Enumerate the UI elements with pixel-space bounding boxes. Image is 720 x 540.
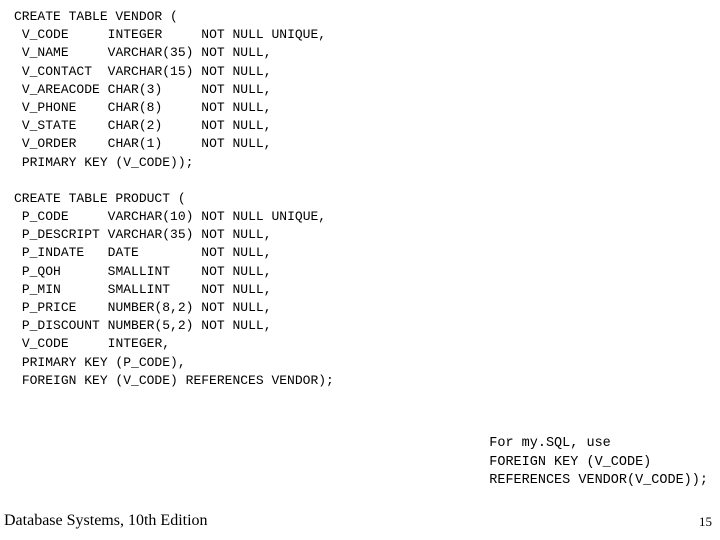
col: P_INDATE <box>22 245 84 260</box>
page-number: 15 <box>699 514 712 530</box>
cons: NOT NULL, <box>201 245 271 260</box>
mysql-annotation: For my.SQL, use FOREIGN KEY (V_CODE) REF… <box>489 435 708 490</box>
type: DATE <box>108 245 139 260</box>
vendor-footer: PRIMARY KEY (V_CODE)); <box>22 155 194 170</box>
cons: NOT NULL, <box>201 264 271 279</box>
type: SMALLINT <box>108 282 170 297</box>
product-header: CREATE TABLE PRODUCT ( <box>14 191 186 206</box>
type: INTEGER, <box>108 336 170 351</box>
type: VARCHAR(35) <box>108 45 194 60</box>
cons: NOT NULL, <box>201 227 271 242</box>
product-fk: FOREIGN KEY (V_CODE) REFERENCES VENDOR); <box>22 373 334 388</box>
cons: NOT NULL, <box>201 64 271 79</box>
col: P_PRICE <box>22 300 77 315</box>
col: V_ORDER <box>22 136 77 151</box>
col: V_STATE <box>22 118 77 133</box>
cons: NOT NULL, <box>201 136 271 151</box>
col: P_CODE <box>22 209 69 224</box>
type: CHAR(2) <box>108 118 163 133</box>
col: V_AREACODE <box>22 82 100 97</box>
cons: NOT NULL, <box>201 100 271 115</box>
type: VARCHAR(15) <box>108 64 194 79</box>
cons: NOT NULL UNIQUE, <box>201 27 326 42</box>
col: V_CODE <box>22 27 69 42</box>
annotation-line: FOREIGN KEY (V_CODE) <box>489 455 651 470</box>
col: V_CODE <box>22 336 69 351</box>
cons: NOT NULL, <box>201 282 271 297</box>
col: V_PHONE <box>22 100 77 115</box>
annotation-line: For my.SQL, use <box>489 436 611 451</box>
annotation-line: REFERENCES VENDOR(V_CODE)); <box>489 473 708 488</box>
vendor-header: CREATE TABLE VENDOR ( <box>14 9 178 24</box>
type: SMALLINT <box>108 264 170 279</box>
type: CHAR(8) <box>108 100 163 115</box>
col: P_MIN <box>22 282 61 297</box>
col: P_DESCRIPT <box>22 227 100 242</box>
cons: NOT NULL, <box>201 300 271 315</box>
type: CHAR(3) <box>108 82 163 97</box>
col: V_CONTACT <box>22 64 92 79</box>
footer-text: Database Systems, 10th Edition <box>4 512 208 530</box>
cons: NOT NULL, <box>201 82 271 97</box>
col: P_QOH <box>22 264 61 279</box>
col: P_DISCOUNT <box>22 318 100 333</box>
cons: NOT NULL, <box>201 318 271 333</box>
col: V_NAME <box>22 45 69 60</box>
type: VARCHAR(35) <box>108 227 194 242</box>
type: VARCHAR(10) <box>108 209 194 224</box>
type: NUMBER(5,2) <box>108 318 194 333</box>
product-pk: PRIMARY KEY (P_CODE), <box>22 355 186 370</box>
cons: NOT NULL, <box>201 118 271 133</box>
type: INTEGER <box>108 27 163 42</box>
sql-code-block: CREATE TABLE VENDOR ( V_CODE INTEGER NOT… <box>0 0 720 390</box>
type: CHAR(1) <box>108 136 163 151</box>
type: NUMBER(8,2) <box>108 300 194 315</box>
cons: NOT NULL, <box>201 45 271 60</box>
cons: NOT NULL UNIQUE, <box>201 209 326 224</box>
